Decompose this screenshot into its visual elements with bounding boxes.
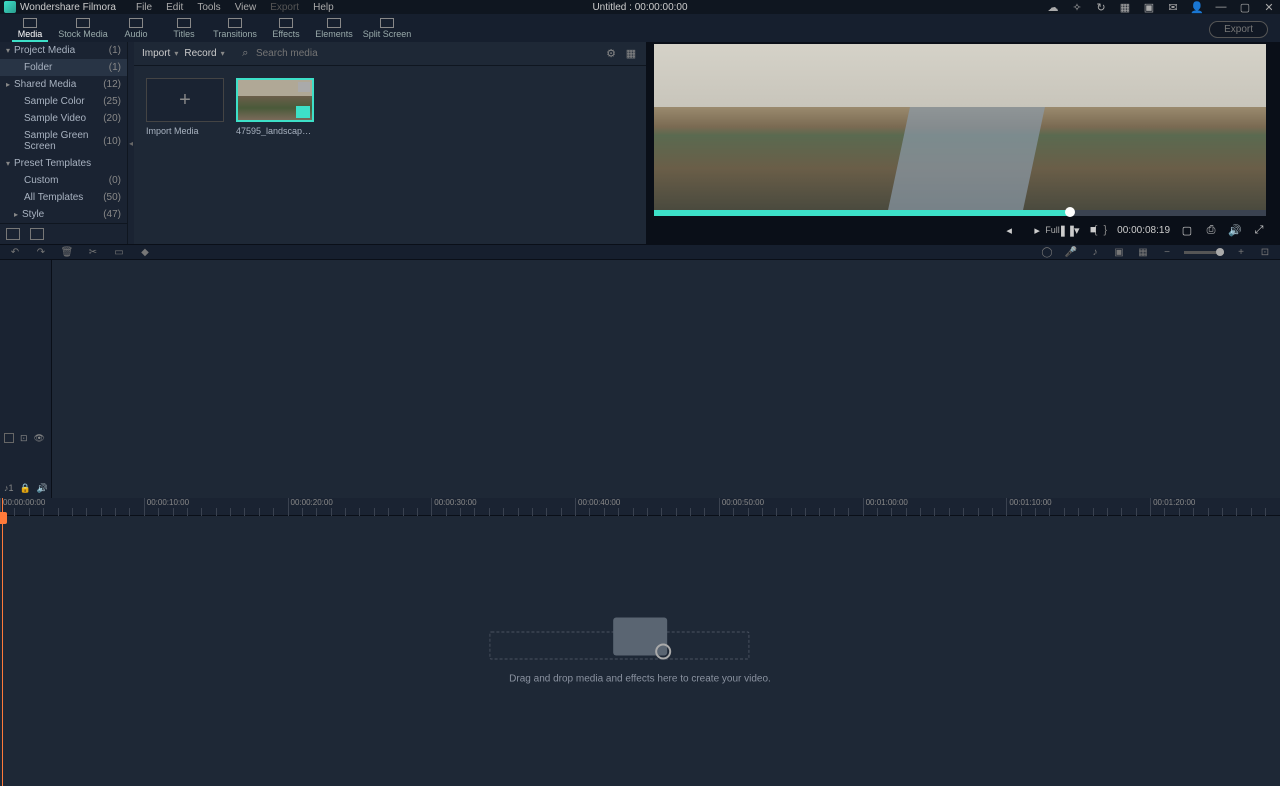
sidebar-item-sample-color[interactable]: Sample Color(25) (0, 93, 127, 110)
redo-icon[interactable]: ↷ (34, 245, 48, 259)
crop-icon[interactable]: ▭ (112, 245, 126, 259)
document-title: Untitled : 00:00:00:00 (592, 2, 687, 13)
menu-export: Export (270, 2, 299, 13)
sidebar-item-shared-media[interactable]: ▸Shared Media(12) (0, 76, 127, 93)
ruler-tick: 00:00:30:00 (431, 498, 476, 516)
search-icon: ⌕ (239, 47, 252, 61)
track-head-video[interactable]: ⊡👁 (0, 428, 51, 448)
fullscreen-icon[interactable]: ⤢ (1252, 224, 1266, 237)
preview-canvas[interactable] (654, 44, 1266, 210)
delete-icon[interactable]: 🗑 (60, 245, 74, 259)
sidebar-item-project-media[interactable]: ▾Project Media(1) (0, 42, 127, 59)
tab-stock-media[interactable]: Stock Media (54, 14, 112, 42)
record-dropdown[interactable]: Record (184, 48, 224, 59)
menu-view[interactable]: View (235, 2, 257, 13)
ruler-tick: 00:01:10:00 (1006, 498, 1051, 516)
plus-icon: + (146, 78, 224, 122)
import-dropdown[interactable]: Import (142, 48, 178, 59)
voiceover-icon[interactable]: 🎤 (1064, 245, 1078, 259)
timeline-ruler[interactable]: 00:00:00:0000:00:10:0000:00:20:0000:00:3… (0, 498, 1280, 516)
track-head-audio[interactable]: ♪1🔒🔊 (0, 478, 51, 498)
sidebar-item-style[interactable]: ▸Style(47) (0, 206, 127, 223)
tab-elements[interactable]: Elements (310, 14, 358, 42)
mixer-icon[interactable]: ◯ (1040, 245, 1054, 259)
sidebar-item-all-templates[interactable]: All Templates(50) (0, 189, 127, 206)
search-input[interactable] (256, 48, 598, 59)
marker-icon[interactable]: ◆ (138, 245, 152, 259)
zoom-slider[interactable] (1184, 251, 1224, 254)
minimize-icon[interactable]: — (1214, 0, 1228, 14)
close-icon[interactable]: ✕ (1262, 0, 1276, 14)
menu-help[interactable]: Help (313, 2, 334, 13)
sidebar-item-custom[interactable]: Custom(0) (0, 172, 127, 189)
filter-icon[interactable]: ⚙ (604, 47, 618, 61)
menu-file[interactable]: File (136, 2, 152, 13)
zoom-fit-icon[interactable]: ⊡ (1258, 245, 1272, 259)
drop-target-icon[interactable] (613, 618, 667, 656)
cloud-icon[interactable]: ☁ (1046, 0, 1060, 14)
layout-icon[interactable]: ▣ (1142, 0, 1156, 14)
snap-icon[interactable]: ▦ (1136, 245, 1150, 259)
undo-icon[interactable]: ↶ (8, 245, 22, 259)
zoom-in-icon[interactable]: + (1234, 245, 1248, 259)
tab-transitions[interactable]: Transitions (208, 14, 262, 42)
tab-audio[interactable]: Audio (112, 14, 160, 42)
render-icon[interactable]: ▣ (1112, 245, 1126, 259)
sidebar-item-sample-green-screen[interactable]: Sample Green Screen(10) (0, 127, 127, 155)
import-media-card[interactable]: + Import Media (146, 78, 224, 136)
play-icon[interactable]: ▸ (1030, 224, 1044, 237)
maximize-icon[interactable]: ▢ (1238, 0, 1252, 14)
sidebar-item-preset-templates[interactable]: ▾Preset Templates (0, 155, 127, 172)
menu-tools[interactable]: Tools (197, 2, 220, 13)
prev-frame-icon[interactable]: ◂ (1002, 224, 1016, 237)
audio-icon[interactable]: ♪ (1088, 245, 1102, 259)
ruler-tick: 00:00:50:00 (719, 498, 764, 516)
stop-icon[interactable]: ■ (1086, 224, 1100, 237)
sync-icon[interactable]: ↻ (1094, 0, 1108, 14)
ruler-tick: 00:00:40:00 (575, 498, 620, 516)
drop-hint-text: Drag and drop media and effects here to … (509, 674, 771, 685)
mark-out-icon[interactable]: } (1103, 224, 1107, 236)
volume-icon[interactable]: 🔊 (1228, 224, 1242, 237)
menu-edit[interactable]: Edit (166, 2, 183, 13)
ruler-tick: 00:00:20:00 (288, 498, 333, 516)
playhead[interactable] (2, 498, 3, 786)
app-logo (4, 1, 16, 13)
export-button[interactable]: Export (1209, 21, 1268, 38)
new-folder-icon[interactable] (6, 228, 20, 240)
user-icon[interactable]: 👤 (1190, 0, 1204, 14)
tab-titles[interactable]: Titles (160, 14, 208, 42)
grid-icon[interactable]: ▦ (1118, 0, 1132, 14)
mail-icon[interactable]: ✉ (1166, 0, 1180, 14)
sparkle-icon[interactable]: ✧ (1070, 0, 1084, 14)
ruler-tick: 00:01:20:00 (1150, 498, 1195, 516)
folder-icon[interactable] (30, 228, 44, 240)
display-icon[interactable]: ▢ (1180, 224, 1194, 237)
preview-timecode: 00:00:08:19 (1117, 225, 1170, 236)
sidebar-item-sample-video[interactable]: Sample Video(20) (0, 110, 127, 127)
ruler-tick: 00:01:00:00 (863, 498, 908, 516)
snapshot-icon[interactable]: ⎙ (1204, 224, 1218, 237)
ruler-tick: 00:00:10:00 (144, 498, 189, 516)
pause-icon[interactable]: ❚❚ (1058, 224, 1072, 237)
tab-effects[interactable]: Effects (262, 14, 310, 42)
zoom-out-icon[interactable]: − (1160, 245, 1174, 259)
media-clip-card[interactable]: 47595_landscape_of_... (236, 78, 314, 136)
split-icon[interactable]: ✂ (86, 245, 100, 259)
view-grid-icon[interactable]: ▦ (624, 47, 638, 61)
app-name: Wondershare Filmora (20, 2, 116, 13)
sidebar-item-folder[interactable]: Folder(1) (0, 59, 127, 76)
tab-media[interactable]: Media (6, 14, 54, 42)
tab-split-screen[interactable]: Split Screen (358, 14, 416, 42)
clip-thumbnail (236, 78, 314, 122)
